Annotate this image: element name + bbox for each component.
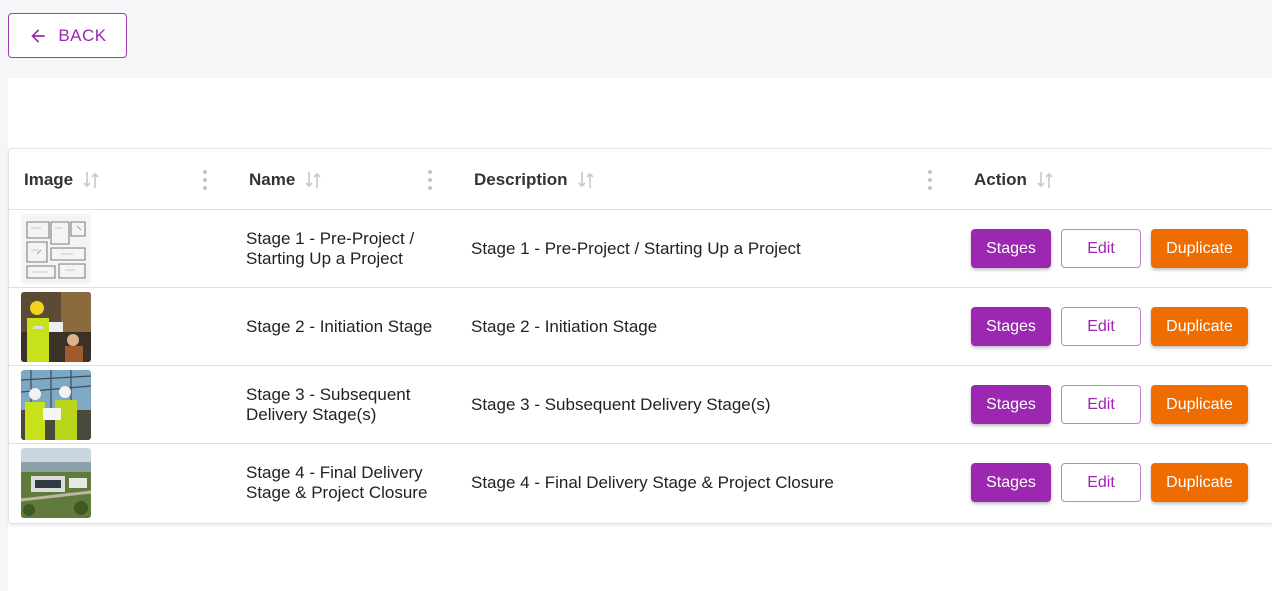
construction-workers-thumbnail (21, 292, 91, 362)
column-header-label: Name (249, 169, 296, 189)
duplicate-button[interactable]: Duplicate (1151, 229, 1248, 268)
stages-button[interactable]: Stages (971, 463, 1051, 502)
duplicate-button[interactable]: Duplicate (1151, 307, 1248, 346)
table-row: Stage 2 - Initiation Stage Stage 2 - Ini… (9, 288, 1272, 366)
row-description: Stage 2 - Initiation Stage (471, 317, 658, 336)
table-row: Stage 1 - Pre-Project / Starting Up a Pr… (9, 210, 1272, 288)
edit-button[interactable]: Edit (1061, 229, 1141, 268)
duplicate-button[interactable]: Duplicate (1151, 463, 1248, 502)
column-menu-icon[interactable] (927, 170, 933, 190)
row-name: Stage 4 - Final Delivery Stage & Project… (246, 463, 428, 502)
row-description: Stage 1 - Pre-Project / Starting Up a Pr… (471, 239, 801, 258)
edit-button[interactable]: Edit (1061, 307, 1141, 346)
stages-card: Image Name Description Action Stage 1 - … (8, 78, 1272, 591)
column-header-label: Action (974, 169, 1027, 189)
column-header-name[interactable]: Name (249, 149, 322, 210)
column-header-image[interactable]: Image (24, 149, 100, 210)
column-header-description[interactable]: Description (474, 149, 595, 210)
edit-button[interactable]: Edit (1061, 385, 1141, 424)
column-header-label: Description (474, 169, 568, 189)
column-header-label: Image (24, 169, 74, 189)
sort-icon[interactable] (82, 170, 100, 190)
stages-button[interactable]: Stages (971, 229, 1051, 268)
duplicate-button[interactable]: Duplicate (1151, 385, 1248, 424)
back-button-label: BACK (58, 25, 107, 45)
stages-button[interactable]: Stages (971, 385, 1051, 424)
column-menu-icon[interactable] (427, 170, 433, 190)
stages-button[interactable]: Stages (971, 307, 1051, 346)
row-description: Stage 4 - Final Delivery Stage & Project… (471, 473, 834, 492)
column-menu-icon[interactable] (202, 170, 208, 190)
row-name: Stage 2 - Initiation Stage (246, 317, 433, 336)
row-name: Stage 1 - Pre-Project / Starting Up a Pr… (246, 229, 415, 268)
aerial-site-thumbnail (21, 448, 91, 518)
sort-icon[interactable] (304, 170, 322, 190)
stages-table: Image Name Description Action Stage 1 - … (8, 148, 1272, 524)
engineers-site-thumbnail (21, 370, 91, 440)
column-header-action[interactable]: Action (974, 149, 1054, 210)
sort-icon[interactable] (577, 170, 595, 190)
table-header: Image Name Description Action (9, 149, 1272, 210)
table-row: Stage 4 - Final Delivery Stage & Project… (9, 444, 1272, 522)
floor-plan-thumbnail (21, 214, 91, 284)
table-row: Stage 3 - Subsequent Delivery Stage(s) S… (9, 366, 1272, 444)
row-description: Stage 3 - Subsequent Delivery Stage(s) (471, 395, 771, 414)
arrow-left-icon (31, 28, 46, 43)
edit-button[interactable]: Edit (1061, 463, 1141, 502)
row-name: Stage 3 - Subsequent Delivery Stage(s) (246, 385, 411, 424)
sort-icon[interactable] (1036, 170, 1054, 190)
back-button[interactable]: BACK (8, 13, 127, 58)
